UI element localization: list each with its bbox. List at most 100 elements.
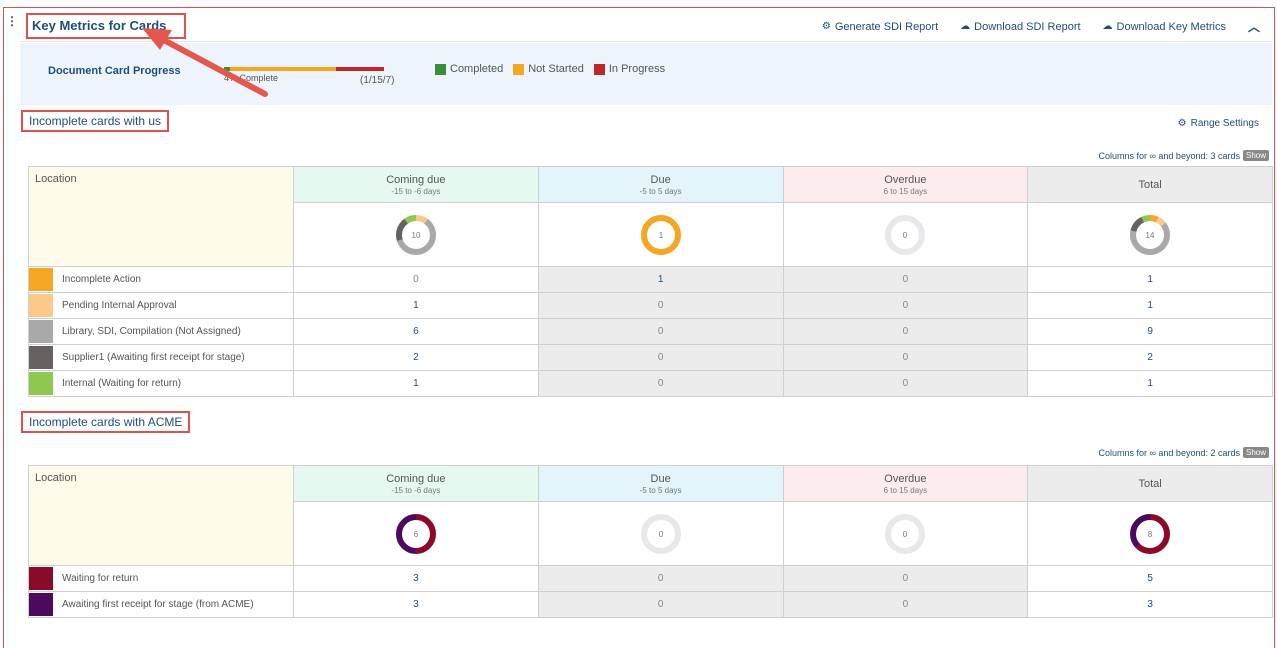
donut-chart: 0 (885, 214, 926, 255)
count-cell[interactable]: 0 (782, 370, 1029, 397)
count-cell[interactable]: 5 (1027, 565, 1273, 592)
count-cell[interactable]: 0 (537, 344, 784, 371)
donut-cell[interactable]: 0 (782, 202, 1029, 267)
donut-chart: 0 (640, 513, 681, 554)
range-settings-button[interactable]: ⚙ Range Settings (1178, 118, 1259, 129)
color-swatch (29, 346, 53, 369)
count-cell[interactable]: 9 (1027, 318, 1273, 345)
count-cell[interactable]: 0 (782, 344, 1029, 371)
table-row: Incomplete Action 0 1 0 1 (28, 266, 1273, 293)
table-row: Awaiting first receipt for stage (from A… (28, 591, 1273, 618)
section-title-us: Incomplete cards with us (21, 110, 170, 132)
generate-sdi-report-button[interactable]: ⚙ Generate SDI Report (822, 21, 938, 33)
download-sdi-report-button[interactable]: ☁ Download SDI Report (960, 21, 1080, 33)
column-header-0: Coming due -15 to -6 days (293, 166, 539, 203)
legend-in-progress: In Progress (593, 63, 665, 75)
progress-counts: (1/15/7) (360, 75, 395, 86)
collapse-chevron-up-icon[interactable]: ︿ (1248, 18, 1260, 35)
metrics-table-us: Location Coming due -15 to -6 days Due -5 to… (28, 166, 1273, 397)
count-cell[interactable]: 0 (537, 565, 784, 592)
show-button[interactable]: Show (1242, 447, 1269, 458)
count-cell[interactable]: 2 (293, 344, 539, 371)
location-header: Location (28, 166, 294, 267)
donut-count: 0 (903, 231, 908, 240)
cloud-download-icon: ☁ (960, 21, 971, 32)
column-header-1: Due -5 to 5 days (537, 166, 784, 203)
count-cell[interactable]: 1 (537, 266, 784, 293)
donut-count: 14 (1146, 231, 1155, 240)
columns-beyond-note: Columns for ∞ and beyond: 3 cards Show (1098, 150, 1269, 161)
table-row: Pending Internal Approval 1 0 0 1 (28, 292, 1273, 319)
gears-icon: ⚙ (821, 21, 831, 32)
progress-percent: 4% Complete (224, 73, 279, 83)
gear-icon: ⚙ (1177, 118, 1187, 129)
section-title-acme: Incomplete cards with ACME (21, 411, 191, 433)
color-swatch (29, 372, 53, 395)
count-cell[interactable]: 0 (537, 591, 784, 618)
show-button[interactable]: Show (1242, 150, 1269, 161)
row-label: Supplier1 (Awaiting first receipt for st… (28, 344, 294, 371)
count-cell[interactable]: 3 (293, 565, 539, 592)
progress-in-progress-segment (336, 67, 384, 71)
donut-cell[interactable]: 6 (293, 501, 539, 566)
count-cell[interactable]: 1 (1027, 292, 1273, 319)
panel-header: Key Metrics for Cards ⚙ Generate SDI Rep… (20, 10, 1272, 42)
panel-title: Key Metrics for Cards (32, 18, 167, 33)
legend-not-started: Not Started (513, 63, 584, 75)
metrics-table-acme: Location Coming due -15 to -6 days Due -5 to… (28, 465, 1273, 618)
progress-label: Document Card Progress (48, 65, 181, 77)
count-cell[interactable]: 0 (782, 565, 1029, 592)
column-header-2: Overdue 6 to 15 days (782, 465, 1029, 502)
count-cell[interactable]: 0 (782, 266, 1029, 293)
row-label: Internal (Waiting for return) (28, 370, 294, 397)
header-actions: ⚙ Generate SDI Report ☁ Download SDI Rep… (822, 18, 1260, 35)
column-header-0: Coming due -15 to -6 days (293, 465, 539, 502)
row-label: Incomplete Action (28, 266, 294, 293)
donut-chart: 10 (395, 214, 436, 255)
count-cell[interactable]: 1 (1027, 370, 1273, 397)
donut-chart: 8 (1130, 513, 1171, 554)
count-cell[interactable]: 2 (1027, 344, 1273, 371)
row-label: Awaiting first receipt for stage (from A… (28, 591, 294, 618)
count-cell[interactable]: 0 (782, 292, 1029, 319)
download-key-metrics-button[interactable]: ☁ Download Key Metrics (1103, 21, 1226, 33)
count-cell[interactable]: 1 (293, 370, 539, 397)
table-row: Library, SDI, Compilation (Not Assigned)… (28, 318, 1273, 345)
drag-handle-icon[interactable]: ⋮ (6, 14, 18, 28)
donut-count: 0 (903, 530, 908, 539)
count-cell[interactable]: 1 (1027, 266, 1273, 293)
donut-cell[interactable]: 0 (537, 501, 784, 566)
columns-beyond-note: Columns for ∞ and beyond: 2 cards Show (1098, 447, 1269, 458)
donut-chart: 1 (640, 214, 681, 255)
count-cell[interactable]: 0 (537, 318, 784, 345)
donut-cell[interactable]: 0 (782, 501, 1029, 566)
count-cell[interactable]: 1 (293, 292, 539, 319)
count-cell[interactable]: 3 (293, 591, 539, 618)
row-label: Pending Internal Approval (28, 292, 294, 319)
donut-cell[interactable]: 10 (293, 202, 539, 267)
progress-completed-segment (224, 67, 231, 71)
donut-cell[interactable]: 14 (1027, 202, 1273, 267)
donut-cell[interactable]: 1 (537, 202, 784, 267)
table-row: Internal (Waiting for return) 1 0 0 1 (28, 370, 1273, 397)
count-cell[interactable]: 0 (782, 591, 1029, 618)
cloud-download-icon: ☁ (1102, 21, 1113, 32)
count-cell[interactable]: 0 (537, 370, 784, 397)
legend-completed: Completed (435, 63, 503, 75)
count-cell[interactable]: 0 (293, 266, 539, 293)
row-label: Library, SDI, Compilation (Not Assigned) (28, 318, 294, 345)
row-label: Waiting for return (28, 565, 294, 592)
column-header-2: Overdue 6 to 15 days (782, 166, 1029, 203)
count-cell[interactable]: 3 (1027, 591, 1273, 618)
count-cell[interactable]: 0 (537, 292, 784, 319)
donut-chart: 6 (395, 513, 436, 554)
color-swatch (29, 593, 53, 616)
document-card-progress: Document Card Progress 4% Complete (1/15… (20, 43, 1272, 105)
count-cell[interactable]: 6 (293, 318, 539, 345)
progress-legend: Completed Not Started In Progress (435, 63, 665, 75)
color-swatch (29, 320, 53, 343)
table-row: Waiting for return 3 0 0 5 (28, 565, 1273, 592)
donut-cell[interactable]: 8 (1027, 501, 1273, 566)
column-header-3: Total (1027, 465, 1273, 502)
count-cell[interactable]: 0 (782, 318, 1029, 345)
